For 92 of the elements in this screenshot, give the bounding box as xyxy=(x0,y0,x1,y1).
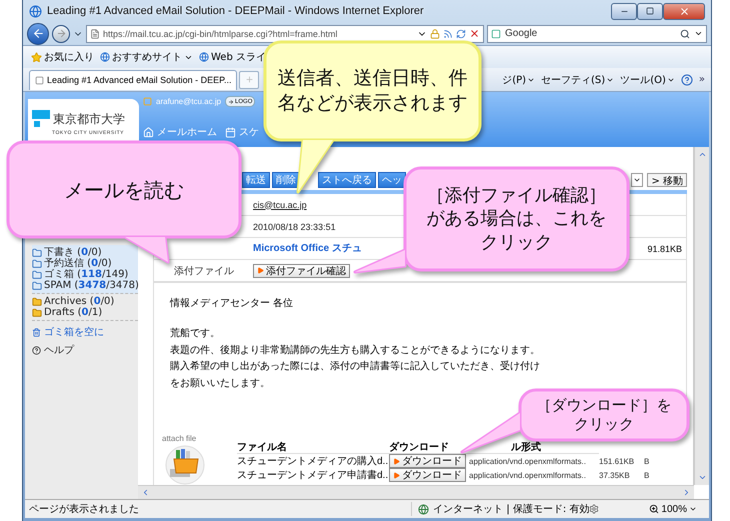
refresh-icon xyxy=(456,28,466,38)
file-type: application/vnd.openxmlformats.. xyxy=(469,470,587,482)
attachment-button[interactable]: 添付ファイル確認 xyxy=(253,264,350,278)
settings-icon xyxy=(589,504,600,514)
close-icon xyxy=(678,6,690,16)
folder-icon xyxy=(32,258,42,268)
file-type: application/vnd.openxmlformats.. xyxy=(469,456,587,468)
message-line: 荒船です。 xyxy=(170,326,220,341)
callout-text: ［ダウンロード］を クリック xyxy=(536,396,672,434)
folder-item[interactable]: SPAM (3478/3478) xyxy=(32,280,138,291)
subject-text: Microsoft Office スチュ xyxy=(253,242,362,255)
forward-arrow-icon xyxy=(56,28,66,39)
window-title: Leading #1 Advanced eMail Solution - DEEPMail - Windows Internet Explorer xyxy=(47,5,424,17)
size-text: 91.81KB xyxy=(647,244,682,254)
search-icon xyxy=(680,28,690,38)
security-zone: インターネット | 保護モード: 有効 xyxy=(433,502,590,516)
maximize-button[interactable] xyxy=(637,2,663,20)
plus-icon xyxy=(244,75,254,84)
forward-button[interactable] xyxy=(52,24,70,42)
caret-icon xyxy=(689,505,697,513)
maximize-icon xyxy=(646,7,654,15)
folder-item[interactable]: Archives (0/0) xyxy=(32,296,138,307)
horizontal-scrollbar[interactable] xyxy=(138,485,694,499)
callout-text: ［添付ファイル確認］ がある場合は、これを クリック xyxy=(426,184,606,254)
message-line: 情報メディアセンター 各位 xyxy=(170,296,294,310)
suggested-sites-button[interactable]: おすすめサイト xyxy=(100,50,193,64)
zoom-icon xyxy=(649,504,660,514)
column-header: ファイル名 xyxy=(237,440,389,454)
browser-icon xyxy=(100,52,110,62)
logo-icon xyxy=(32,110,50,128)
browser-tab[interactable]: Leading #1 Advanced eMail Solution - DEEP... xyxy=(29,70,238,90)
menu-button[interactable]: セーフティ(S) xyxy=(541,72,614,86)
home-icon xyxy=(143,126,154,138)
help-icon xyxy=(32,346,41,354)
calendar-icon xyxy=(225,126,236,138)
address-field[interactable]: https://mail.tcu.ac.jp/cgi-bin/htmlparse.cgi?html=frame.html xyxy=(86,24,484,42)
date-text: 2010/08/18 23:33:51 xyxy=(253,222,336,232)
web-slice-button[interactable]: Web スライ xyxy=(199,50,266,64)
menu-button[interactable]: ツール(O) xyxy=(620,72,675,86)
callout-text: 送信者、送信日時、件 名などが表示されます xyxy=(278,66,468,116)
zoom-button[interactable]: 100% xyxy=(649,504,705,514)
user-email: arafune@tcu.ac.jp xyxy=(156,97,222,106)
minimize-button[interactable] xyxy=(611,2,637,20)
move-button[interactable]: > 移動 xyxy=(647,172,687,186)
favorites-button[interactable]: お気に入り xyxy=(31,50,94,64)
message-line: 表題の件、後期より非常勤講師の先生方も購入することができるようになります。 xyxy=(170,344,540,358)
file-name: スチューデントメディアの購入d.. xyxy=(237,454,389,468)
message-line: をお願いいたします。 xyxy=(170,376,270,390)
close-icon xyxy=(469,28,480,39)
menu-button[interactable]: ジ(P) xyxy=(502,72,536,86)
arrow-icon xyxy=(228,98,234,104)
help-icon xyxy=(680,74,693,86)
back-button[interactable] xyxy=(27,22,49,44)
file-size: 37.35KB xyxy=(599,470,631,482)
sender-link[interactable]: cis@tcu.ac.jp xyxy=(253,200,307,210)
search-field[interactable]: Google xyxy=(487,24,707,42)
folder-icon xyxy=(32,296,42,306)
folder-icon xyxy=(32,248,42,258)
folder-item[interactable]: ゴミ箱 (118/149) xyxy=(32,269,138,280)
status-text: ページが表示されました xyxy=(29,502,139,516)
download-button[interactable]: ダウンロード xyxy=(389,454,466,468)
star-icon xyxy=(31,52,42,62)
table-cell-text: B xyxy=(644,470,650,482)
close-button[interactable] xyxy=(663,2,705,20)
logo-name: 東京都市大学 xyxy=(53,110,125,128)
folder-item[interactable]: 下書き (0/0) xyxy=(32,247,138,258)
browser-icon xyxy=(29,4,42,18)
folder-item[interactable]: Drafts (0/1) xyxy=(32,307,138,318)
browser-icon xyxy=(199,52,209,62)
play-icon xyxy=(257,267,264,274)
trash-icon xyxy=(32,328,41,336)
vertical-scrollbar[interactable] xyxy=(694,147,709,485)
back-arrow-icon xyxy=(32,27,44,40)
table-cell-text: B xyxy=(644,456,650,468)
file-size: 151.61KB xyxy=(599,456,636,468)
folder-icon xyxy=(32,308,42,318)
caret-icon xyxy=(694,29,703,38)
empty-trash-link[interactable]: ゴミ箱を空に xyxy=(32,325,138,339)
feed-icon xyxy=(443,28,453,38)
callout-text: メールを読む xyxy=(64,176,184,202)
globe-icon xyxy=(418,504,430,514)
field-label: 添付ファイル xyxy=(173,264,234,278)
message-line: 購入希望の申し出があった際には、添付の申請書等に記入していただき、受け付け xyxy=(170,360,540,374)
folder-item[interactable]: 予約送信 (0/0) xyxy=(32,258,138,269)
attach-title: attach file xyxy=(162,434,198,443)
download-button[interactable]: ダウンロード xyxy=(389,468,466,482)
folder-icon xyxy=(32,270,42,280)
more-chevron[interactable]: » xyxy=(698,74,705,85)
folder-icon xyxy=(32,280,42,290)
help-link[interactable]: ヘルプ xyxy=(32,343,138,357)
file-name: スチューデントメディア申請書d.. xyxy=(237,468,389,482)
lock-icon xyxy=(430,28,440,38)
